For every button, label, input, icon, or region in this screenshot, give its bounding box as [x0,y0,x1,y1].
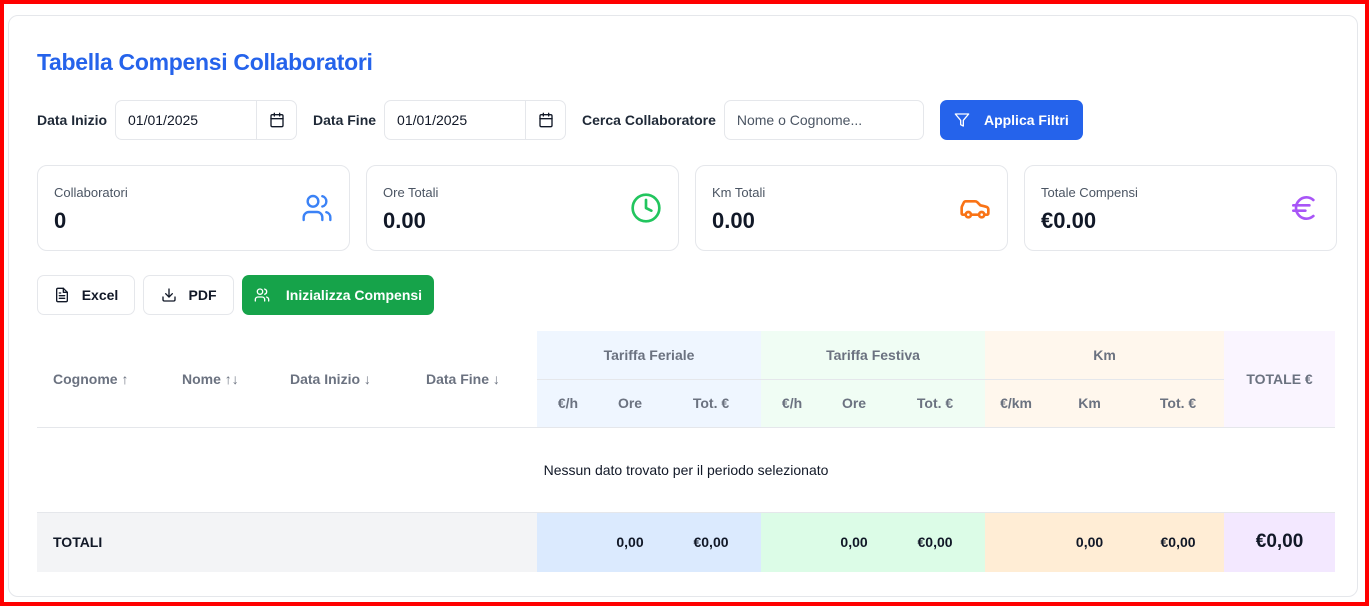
stat-label: Ore Totali [383,185,439,200]
group-km: Km [985,331,1225,380]
totals-cell [985,512,1048,572]
totals-feriale-tot: €0,00 [661,512,762,572]
sub-tot: Tot. € [885,379,986,428]
totals-festiva-tot: €0,00 [885,512,986,572]
stat-value: 0 [54,208,67,233]
sub-eur-h: €/h [761,379,824,428]
totals-festiva-ore: 0,00 [823,512,886,572]
col-data-fine[interactable]: Data Fine ↓ [410,331,537,428]
stat-label: Collaboratori [54,185,128,200]
car-icon [959,192,991,224]
filter-icon [954,112,970,128]
users-icon [301,192,333,224]
excel-button[interactable]: Excel [37,275,135,315]
totals-row: TOTALI 0,00 €0,00 0,00 €0,00 0,00 €0,00 … [37,512,1336,572]
stat-card-collaboratori: Collaboratori 0 [37,165,350,251]
totals-cell [537,512,599,572]
col-nome[interactable]: Nome ↑↓ [166,331,274,428]
compensi-table: Cognome ↑ Nome ↑↓ Data Inizio ↓ Data Fin… [37,331,1336,572]
euro-icon [1288,192,1320,224]
init-compensi-button[interactable]: Inizializza Compensi [242,275,434,315]
empty-message: Nessun dato trovato per il periodo selez… [37,427,1336,513]
sub-tot: Tot. € [1132,379,1225,428]
search-input[interactable] [723,100,924,140]
page-title: Tabella Compensi Collaboratori [37,49,373,75]
stat-card-totale: Totale Compensi €0.00 [1024,165,1337,251]
totals-km-km: 0,00 [1047,512,1133,572]
end-date-value[interactable]: 01/01/2025 [385,112,525,128]
apply-filters-label: Applica Filtri [983,112,1069,128]
totals-km-tot: €0,00 [1132,512,1225,572]
sub-tot: Tot. € [661,379,762,428]
stat-value: 0.00 [383,208,426,233]
end-date-label: Data Fine [313,112,377,128]
stats-row: Collaboratori 0 Ore Totali 0.00 Km Total… [37,165,1337,251]
totals-feriale-ore: 0,00 [599,512,661,572]
calendar-icon[interactable] [525,101,565,139]
col-cognome[interactable]: Cognome ↑ [37,331,166,428]
file-text-icon [54,287,70,303]
sub-eur-km: €/km [985,379,1048,428]
col-totale: TOTALE € [1224,331,1336,428]
main-card: Tabella Compensi Collaboratori Data Iniz… [8,15,1358,597]
end-date-field[interactable]: 01/01/2025 [384,100,567,140]
stat-card-km: Km Totali 0.00 [695,165,1008,251]
stat-label: Km Totali [712,185,766,200]
clock-icon [630,192,662,224]
calendar-icon[interactable] [256,101,296,139]
download-icon [161,287,177,303]
sub-km: Km [1047,379,1133,428]
stat-label: Totale Compensi [1041,185,1138,200]
col-data-inizio[interactable]: Data Inizio ↓ [274,331,410,428]
init-compensi-label: Inizializza Compensi [285,287,423,303]
sub-eur-h: €/h [537,379,599,428]
pdf-button[interactable]: PDF [143,275,234,315]
start-date-field[interactable]: 01/01/2025 [115,100,298,140]
apply-filters-button[interactable]: Applica Filtri [939,100,1083,140]
stat-value: €0.00 [1041,208,1097,233]
search-label: Cerca Collaboratore [582,112,716,128]
actions-bar: Excel PDF Inizializza Compensi [37,275,434,315]
start-date-label: Data Inizio [37,112,108,128]
users-icon [254,287,270,303]
sub-ore: Ore [823,379,886,428]
totals-label: TOTALI [37,512,537,572]
group-tariffa-festiva: Tariffa Festiva [761,331,986,380]
filter-bar: Data Inizio 01/01/2025 Data Fine 01/01/2… [37,100,1083,140]
group-tariffa-feriale: Tariffa Feriale [537,331,762,380]
start-date-value[interactable]: 01/01/2025 [116,112,256,128]
stat-card-ore: Ore Totali 0.00 [366,165,679,251]
pdf-label: PDF [188,287,217,303]
stat-value: 0.00 [712,208,755,233]
totals-grand-total: €0,00 [1224,512,1336,572]
sub-ore: Ore [599,379,661,428]
excel-label: Excel [81,287,119,303]
totals-cell [761,512,824,572]
